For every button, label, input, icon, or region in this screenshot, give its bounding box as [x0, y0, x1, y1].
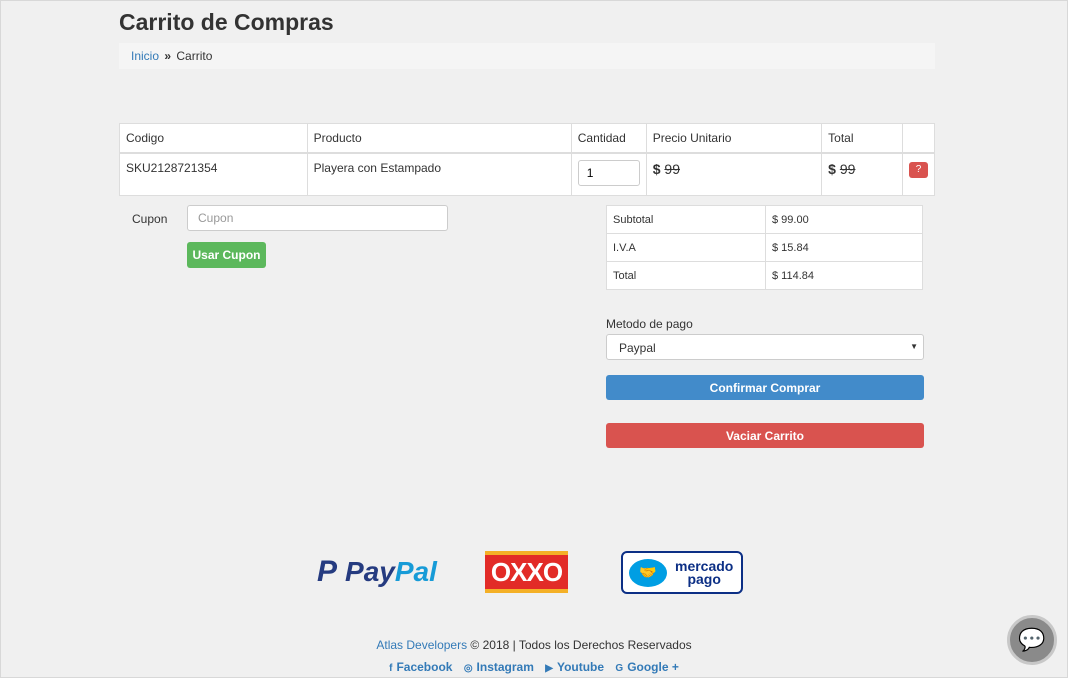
- empty-cart-button[interactable]: Vaciar Carrito: [606, 423, 924, 448]
- youtube-label: Youtube: [556, 660, 605, 674]
- mercado-pago-text: mercado pago: [675, 559, 733, 587]
- youtube-icon: ▶: [545, 663, 553, 674]
- breadcrumb-home-link[interactable]: Inicio: [131, 49, 159, 63]
- payment-method-label: Metodo de pago: [606, 317, 693, 331]
- footer-copyright: Atlas Developers © 2018 | Todos los Dere…: [1, 638, 1067, 652]
- paypal-logo-text-2: Pal: [394, 556, 437, 587]
- mercado-pago-logo: 🤝 mercado pago: [621, 551, 743, 594]
- header-total: Total: [821, 123, 903, 154]
- breadcrumb-current: Carrito: [176, 49, 213, 63]
- paypal-mark-icon: P: [317, 555, 338, 588]
- use-coupon-button[interactable]: Usar Cupon: [187, 242, 266, 268]
- header-product: Producto: [306, 123, 572, 154]
- page-title: Carrito de Compras: [119, 9, 334, 35]
- cell-code: SKU2128721354: [119, 152, 308, 196]
- unit-price-value: 99: [664, 161, 680, 177]
- cell-unit-price: $ 99: [645, 152, 823, 196]
- coupon-label: Cupon: [132, 212, 168, 226]
- facebook-label: Facebook: [396, 660, 453, 674]
- totals-row-total: Total $ 114.84: [606, 261, 923, 290]
- subtotal-label: Subtotal: [606, 205, 766, 234]
- facebook-link[interactable]: f Facebook: [389, 660, 452, 674]
- grand-total-value: $ 114.84: [765, 261, 923, 290]
- oxxo-logo-text: OXXO: [485, 555, 568, 589]
- totals-row-iva: I.V.A $ 15.84: [606, 233, 923, 262]
- cell-quantity: [570, 152, 647, 196]
- youtube-link[interactable]: ▶ Youtube: [545, 660, 604, 674]
- paypal-logo-text-1: Pay: [345, 556, 395, 587]
- table-row: SKU2128721354 Playera con Estampado $ 99…: [119, 152, 935, 196]
- chat-icon: 💬: [1018, 627, 1046, 652]
- cell-total: $ 99: [821, 152, 903, 196]
- copyright-text: © 2018 | Todos los Derechos Reservados: [467, 638, 692, 652]
- subtotal-value: $ 99.00: [765, 205, 923, 234]
- header-quantity: Cantidad: [570, 123, 647, 154]
- cell-actions: ?: [902, 152, 935, 196]
- header-code: Codigo: [119, 123, 308, 154]
- total-currency: $: [828, 161, 840, 177]
- chevron-down-icon: ▼: [910, 342, 918, 351]
- cell-product: Playera con Estampado: [306, 152, 572, 196]
- mercado-pago-line-2: pago: [687, 570, 721, 587]
- header-unit-price: Precio Unitario: [645, 123, 823, 154]
- oxxo-logo: OXXO: [485, 551, 568, 593]
- total-label: Total: [606, 261, 766, 290]
- instagram-label: Instagram: [476, 660, 534, 674]
- chat-button[interactable]: 💬: [1007, 615, 1057, 665]
- instagram-icon: ◎: [463, 663, 473, 674]
- google-plus-icon: G: [615, 663, 624, 674]
- coupon-input[interactable]: [187, 205, 448, 231]
- totals-row-subtotal: Subtotal $ 99.00: [606, 205, 923, 234]
- iva-value: $ 15.84: [765, 233, 923, 262]
- quantity-input[interactable]: [577, 160, 640, 186]
- instagram-link[interactable]: ◎ Instagram: [464, 660, 534, 674]
- payment-method-select[interactable]: Paypal ▼: [606, 334, 924, 360]
- breadcrumb: Inicio » Carrito: [119, 43, 935, 69]
- social-links: f Facebook ◎ Instagram ▶ Youtube G Google +: [1, 660, 1067, 674]
- remove-icon: ?: [915, 164, 922, 175]
- unit-price-currency: $: [652, 161, 665, 177]
- paypal-logo: P PayPal: [317, 555, 437, 589]
- confirm-purchase-button[interactable]: Confirmar Comprar: [606, 375, 924, 400]
- totals-table: Subtotal $ 99.00 I.V.A $ 15.84 Total $ 1…: [606, 205, 923, 290]
- google-plus-label: Google +: [627, 660, 679, 674]
- cart-header-row: Codigo Producto Cantidad Precio Unitario…: [119, 123, 935, 154]
- company-link[interactable]: Atlas Developers: [376, 638, 467, 652]
- cart-table: Codigo Producto Cantidad Precio Unitario…: [119, 123, 935, 196]
- iva-label: I.V.A: [606, 233, 766, 262]
- google-plus-link[interactable]: G Google +: [615, 660, 678, 674]
- handshake-icon: 🤝: [629, 558, 667, 587]
- total-value: 99: [839, 161, 856, 177]
- breadcrumb-separator: »: [164, 49, 172, 63]
- facebook-icon: f: [389, 663, 393, 674]
- header-actions: [902, 123, 935, 154]
- payment-method-value: Paypal: [619, 341, 656, 355]
- remove-item-button[interactable]: ?: [909, 162, 928, 178]
